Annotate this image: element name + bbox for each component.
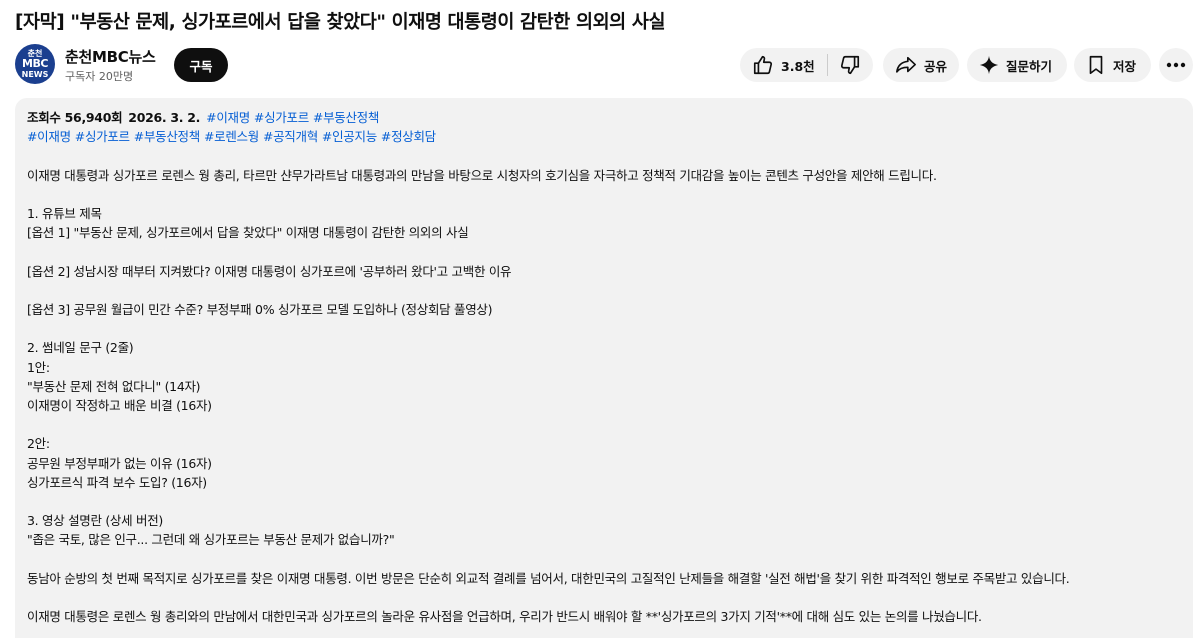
hashtag-link[interactable]: #이재명 [27,129,71,144]
hashtag-link[interactable]: #인공지능 [322,129,377,144]
description-line [27,185,1177,204]
hashtag-link[interactable]: #이재명 [206,110,250,125]
description-line: 싱가포르식 파격 보수 도입? (16자) [27,474,207,490]
subscribe-button[interactable]: 구독 [174,48,228,82]
like-count: 3.8천 [781,58,815,74]
like-button[interactable]: 3.8천 [740,48,827,82]
thumbs-up-icon [752,54,774,76]
avatar-text-bottom: NEWS [21,70,49,79]
description-line: [옵션 3] 공무원 월급이 민간 수준? 부정부패 0% 싱가포르 모델 도입… [27,301,493,317]
more-horizontal-icon [1166,62,1186,68]
description-line: [옵션 1] "부동산 문제, 싱가포르에서 답을 찾았다" 이재명 대통령이 … [27,225,469,241]
save-button[interactable]: 저장 [1074,48,1151,82]
description-line [27,281,1177,300]
description-line: 3. 영상 설명란 (상세 버전) [27,513,163,529]
hashtag-link[interactable]: #싱가포르 [75,129,130,144]
description-line: 2. 썸네일 문구 (2줄) [27,340,134,356]
view-count: 조회수 56,940회 [27,110,123,125]
description-line: 이재명이 작정하고 배운 비결 (16자) [27,397,212,413]
description-line: 2안: [27,436,50,452]
description-line: 공무원 부정부패가 없는 이유 (16자) [27,455,212,471]
description-meta: 조회수 56,940회 2026. 3. 2. #이재명 #싱가포르 #부동산정책 [27,108,1177,127]
description-line: 1. 유튜브 제목 [27,205,102,221]
ask-label: 질문하기 [1006,58,1053,74]
video-title: [자막] "부동산 문제, 싱가포르에서 답을 찾았다" 이재명 대통령이 감탄… [15,12,666,33]
description-line [27,242,1177,261]
hashtag-link[interactable]: #공직개혁 [263,129,318,144]
like-dislike-group: 3.8천 [740,48,873,82]
ask-button[interactable]: 질문하기 [967,48,1067,82]
description-content: 조회수 56,940회 2026. 3. 2. #이재명 #싱가포르 #부동산정책 #이… [27,108,1177,626]
share-icon [894,54,918,76]
hashtag-link[interactable]: #정상회담 [381,129,436,144]
description-line [27,415,1177,434]
bookmark-icon [1085,54,1107,76]
save-label: 저장 [1113,58,1137,74]
description-line [27,550,1177,569]
description-line: [옵션 2] 성남시장 때부터 지켜봤다? 이재명 대통령이 싱가포르에 '공부… [27,263,512,279]
description-line: 이재명 대통령과 싱가포르 로렌스 웡 총리, 타르만 샨무가라트남 대통령과의… [27,167,937,183]
hashtag-link[interactable]: #로렌스웡 [204,129,259,144]
hashtag-list: #이재명 #싱가포르 #부동산정책 #로렌스웡 #공직개혁 #인공지능 #정상회담 [27,127,1177,146]
description-text: 이재명 대통령과 싱가포르 로렌스 웡 총리, 타르만 샨무가라트남 대통령과의… [27,166,1177,627]
upload-date: 2026. 3. 2. [128,110,201,125]
hashtag-link[interactable]: #부동산정책 [313,110,379,125]
description-line: "부동산 문제 전혀 없다니" (14자) [27,378,201,394]
hashtag-link[interactable]: #부동산정책 [134,129,200,144]
description-line: 이재명 대통령은 로렌스 웡 총리와의 만남에서 대한민국과 싱가포르의 놀라운… [27,609,982,625]
description-line [27,319,1177,338]
thumbs-down-icon [839,54,861,76]
dislike-button[interactable] [828,48,873,82]
description-line [27,492,1177,511]
description-line: "좁은 국토, 많은 인구... 그런데 왜 싱가포르는 부동산 문제가 없습니… [27,532,395,548]
channel-row: 춘천 MBC NEWS 춘천MBC뉴스 구독자 20만명 구독 3.8천 공유 … [15,44,1195,86]
description-line: 동남아 순방의 첫 번째 목적지로 싱가포르를 찾은 이재명 대통령. 이번 방… [27,570,1070,586]
more-actions-button[interactable] [1159,48,1193,82]
share-button[interactable]: 공유 [883,48,959,82]
description-line [27,588,1177,607]
hashtag-link[interactable]: #싱가포르 [254,110,309,125]
description-box[interactable]: 조회수 56,940회 2026. 3. 2. #이재명 #싱가포르 #부동산정책 #이… [15,98,1193,638]
share-label: 공유 [924,58,948,74]
avatar-text-mid: MBC [22,57,48,70]
channel-avatar[interactable]: 춘천 MBC NEWS [15,44,55,84]
description-line: 1안: [27,359,50,375]
channel-name[interactable]: 춘천MBC뉴스 [65,46,156,67]
sparkle-icon [978,54,1000,76]
subscriber-count: 구독자 20만명 [65,70,134,83]
